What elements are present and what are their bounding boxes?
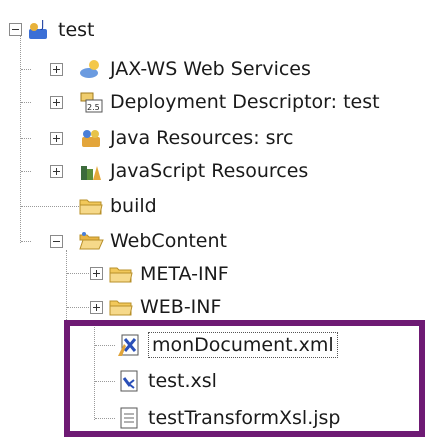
tree-item-label: test.xsl — [148, 370, 217, 392]
expand-toggle[interactable] — [50, 96, 63, 109]
tree-item-label: Java Resources: src — [110, 127, 294, 149]
tree-item-test-xsl[interactable]: test.xsl — [116, 363, 217, 399]
expand-toggle[interactable] — [90, 301, 103, 314]
tree-item-label: monDocument.xml — [148, 332, 338, 358]
tree-connector — [95, 345, 115, 346]
tree-item-java-resources[interactable]: Java Resources: src — [78, 120, 293, 156]
tree-item-label: test — [58, 19, 95, 41]
tree-item-label: JAX-WS Web Services — [110, 58, 311, 80]
tree-connector — [21, 241, 31, 242]
tree-item-webcontent[interactable]: WebContent — [78, 223, 227, 259]
tree-item-project[interactable]: J test — [26, 12, 95, 48]
tree-connector — [21, 102, 31, 103]
collapse-toggle[interactable] — [50, 235, 63, 248]
expand-toggle[interactable] — [90, 267, 103, 280]
tree-item-label: WEB-INF — [140, 296, 222, 318]
xml-file-icon — [116, 332, 142, 358]
tree-connector — [21, 138, 31, 139]
tree-item-label: JavaScript Resources — [110, 160, 309, 182]
jsp-file-icon — [116, 405, 142, 431]
tree-item-web-inf[interactable]: WEB-INF — [108, 289, 221, 325]
java-resources-icon — [78, 125, 104, 151]
tree-item-label: META-INF — [140, 263, 229, 285]
collapse-toggle[interactable] — [9, 23, 22, 36]
tree-item-label: Deployment Descriptor: test — [110, 91, 380, 113]
tree-connector — [94, 320, 95, 420]
tree-connector — [21, 206, 79, 207]
svg-text:2.5: 2.5 — [87, 103, 100, 112]
xsl-file-icon — [116, 368, 142, 394]
project-explorer-tree: J test JAX-WS Web Services 2.5 Deploymen… — [0, 0, 429, 441]
web-services-icon — [78, 56, 104, 82]
tree-connector — [95, 381, 115, 382]
tree-connector — [95, 418, 115, 419]
tree-item-build[interactable]: build — [78, 188, 157, 224]
svg-text:J: J — [40, 18, 44, 31]
tree-item-jax-ws[interactable]: JAX-WS Web Services — [78, 51, 311, 87]
tree-connector — [21, 69, 31, 70]
tree-item-label: WebContent — [110, 230, 227, 252]
tree-item-testtransformxsl-jsp[interactable]: testTransformXsl.jsp — [116, 400, 340, 436]
expand-toggle[interactable] — [50, 132, 63, 145]
tree-connector — [67, 273, 91, 274]
tree-connector — [21, 171, 31, 172]
folder-open-icon — [78, 228, 104, 254]
folder-icon — [108, 261, 134, 287]
tree-item-meta-inf[interactable]: META-INF — [108, 256, 229, 292]
tree-connector — [66, 402, 67, 420]
expand-toggle[interactable] — [50, 63, 63, 76]
javascript-resources-icon — [78, 158, 104, 184]
deployment-descriptor-icon: 2.5 — [78, 89, 104, 115]
tree-item-label: build — [110, 195, 157, 217]
tree-item-mondocument-xml[interactable]: monDocument.xml — [116, 327, 338, 363]
tree-connector — [67, 307, 91, 308]
folder-icon — [108, 294, 134, 320]
tree-connector — [20, 36, 21, 243]
java-ee-project-icon: J — [26, 17, 52, 43]
tree-item-javascript-resources[interactable]: JavaScript Resources — [78, 153, 308, 189]
tree-item-deployment-descriptor[interactable]: 2.5 Deployment Descriptor: test — [78, 84, 380, 120]
tree-item-label: testTransformXsl.jsp — [148, 407, 341, 429]
expand-toggle[interactable] — [50, 165, 63, 178]
folder-icon — [78, 193, 104, 219]
